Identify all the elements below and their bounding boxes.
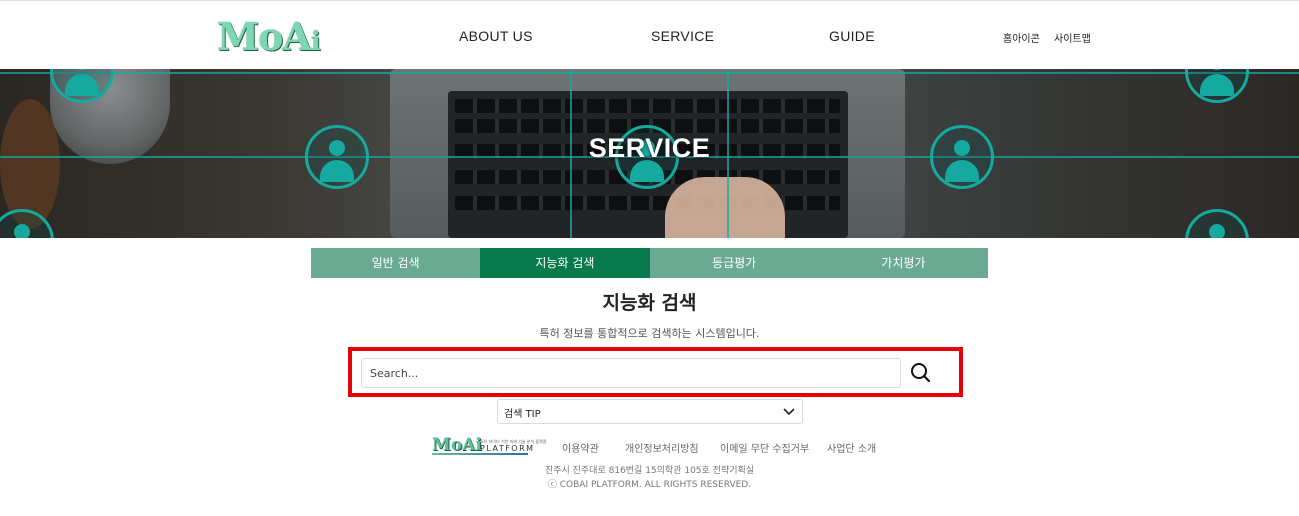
footer-link-terms[interactable]: 이용약관 [562, 440, 599, 455]
page-title: 지능화 검색 [602, 292, 697, 314]
search-button[interactable] [905, 358, 937, 388]
nav-guide[interactable]: GUIDE [829, 28, 875, 44]
search-tabs: 일반 검색 지능화 검색 등급평가 가치평가 [311, 248, 988, 278]
banner-hand [665, 177, 785, 238]
site-header: MoAi ABOUT US SERVICE GUIDE 홈아이콘 사이트맵 [0, 0, 1299, 69]
footer-logo-underline [432, 453, 528, 455]
search-tip-label: 검색 TIP [504, 409, 541, 420]
logo-main: MoA [217, 14, 312, 59]
tab-intelligent-search[interactable]: 지능화 검색 [480, 248, 650, 278]
person-icon [1185, 209, 1249, 238]
footer-link-privacy[interactable]: 개인정보처리방침 [625, 440, 699, 455]
util-home[interactable]: 홈아이콘 [1003, 30, 1040, 45]
person-icon [1185, 69, 1249, 103]
logo-suffix: i [310, 27, 321, 57]
footer-address: 진주시 진주대로 816번길 15의학관 105호 전략기획실 [544, 466, 755, 476]
search-icon [911, 363, 931, 383]
tab-value-evaluation[interactable]: 가치평가 [818, 248, 988, 278]
nav-about-us[interactable]: ABOUT US [459, 28, 533, 44]
footer-link-about[interactable]: 사업단 소개 [827, 440, 876, 455]
tab-general-search[interactable]: 일반 검색 [311, 248, 481, 278]
hero-banner: SERVICE [0, 69, 1299, 238]
footer-logo-main: MoAi [432, 435, 482, 455]
banner-title: SERVICE [588, 133, 711, 163]
nav-service[interactable]: SERVICE [651, 28, 714, 44]
footer-link-email-refusal[interactable]: 이메일 무단 수집거부 [720, 440, 809, 455]
search-tip-dropdown[interactable]: 검색 TIP [497, 399, 803, 424]
site-logo[interactable]: MoAi [217, 14, 321, 62]
page-description: 특허 정보를 통합적으로 검색하는 시스템입니다. [539, 327, 760, 340]
footer-logo-platform: PLATFORM [480, 444, 535, 453]
chevron-down-icon [783, 408, 795, 416]
footer-copyright: ⓒ COBAI PLATFORM. ALL RIGHTS RESERVED. [547, 480, 752, 490]
tab-grade-evaluation[interactable]: 등급평가 [649, 248, 819, 278]
footer-logo: MoAi 특허 데이터 기반 미래 기술 분석 플랫폼 PLATFORM [432, 435, 547, 456]
banner-key-row [455, 99, 840, 113]
banner-grid-line [0, 72, 1299, 74]
util-sitemap[interactable]: 사이트맵 [1054, 30, 1091, 45]
search-input[interactable] [361, 358, 901, 388]
